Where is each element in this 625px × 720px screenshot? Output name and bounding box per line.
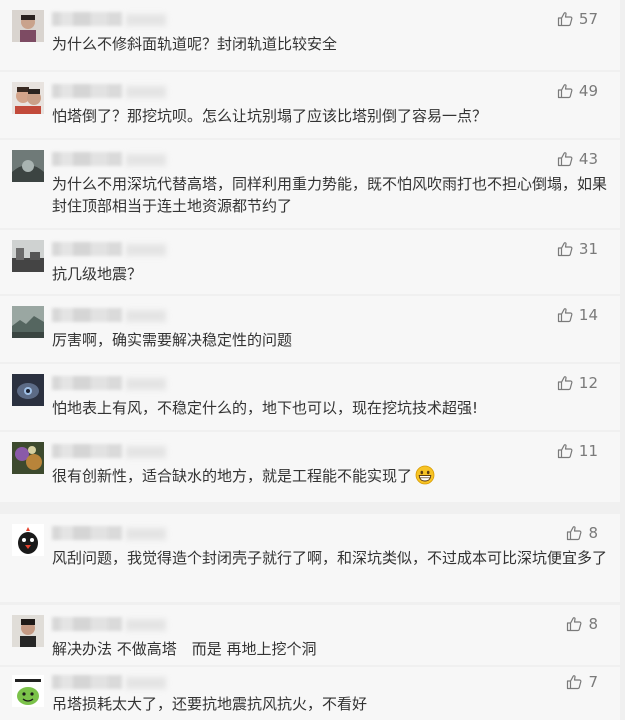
thumbs-up-icon [557, 376, 573, 391]
comment-item: 11 很有创新性，适合缺水的地方，就是工程能不能实现了 [0, 432, 620, 502]
username[interactable] [52, 526, 122, 540]
like-button[interactable]: 7 [566, 673, 598, 691]
comment-text: 解决办法 不做高塔 而是 再地上挖个洞 [52, 640, 317, 658]
avatar[interactable] [12, 306, 44, 338]
comment-text: 很有创新性，适合缺水的地方，就是工程能不能实现了 [52, 465, 607, 487]
username[interactable] [52, 675, 122, 689]
comment-text: 抗几级地震？ [52, 265, 143, 283]
comment-text: 为什么不修斜面轨道呢？封闭轨道比较安全 [52, 35, 338, 53]
comment-text: 厉害啊，确实需要解决稳定性的问题 [52, 331, 293, 349]
grinning-face-icon [415, 465, 435, 485]
avatar[interactable] [12, 675, 44, 707]
like-button[interactable]: 43 [557, 150, 598, 168]
comment-item: 7 吊塔损耗太大了，还要抗地震抗风抗火，不看好 [0, 667, 620, 720]
username[interactable] [52, 444, 122, 458]
username[interactable] [52, 308, 122, 322]
comment-item: 8 风刮问题，我觉得造个封闭壳子就行了啊，和深坑类似，不过成本可比深坑便宜多了 [0, 514, 620, 602]
avatar[interactable] [12, 240, 44, 272]
username[interactable] [52, 376, 122, 390]
like-count: 57 [578, 10, 598, 28]
comment-text: 为什么不用深坑代替高塔，同样利用重力势能，既不怕风吹雨打也不担心倒塌，如果封住顶… [52, 175, 608, 215]
comment-item: 14 厉害啊，确实需要解决稳定性的问题 [0, 296, 620, 362]
like-count: 12 [578, 374, 598, 392]
avatar[interactable] [12, 615, 44, 647]
comment-text: 风刮问题，我觉得造个封闭壳子就行了啊，和深坑类似，不过成本可比深坑便宜多了 [52, 549, 608, 567]
avatar[interactable] [12, 374, 44, 406]
like-count: 7 [588, 673, 598, 691]
like-button[interactable]: 8 [566, 524, 598, 542]
thumbs-up-icon [567, 617, 582, 632]
username[interactable] [52, 617, 122, 631]
avatar[interactable] [12, 82, 44, 114]
comment-text: 怕地表上有风，不稳定什么的，地下也可以，现在挖坑技术超强! [52, 399, 479, 417]
comment-item: 57 为什么不修斜面轨道呢？封闭轨道比较安全 [0, 0, 620, 70]
thumbs-up-icon [567, 526, 582, 541]
like-button[interactable]: 8 [566, 615, 598, 633]
like-button[interactable]: 57 [557, 10, 598, 28]
comment-item: 49 怕塔倒了？那挖坑呗。怎么让坑别塌了应该比塔别倒了容易一点？ [0, 72, 620, 138]
like-count: 31 [578, 240, 598, 258]
like-count: 49 [578, 82, 598, 100]
like-button[interactable]: 49 [557, 82, 598, 100]
thumbs-up-icon [557, 242, 573, 257]
comment-item: 12 怕地表上有风，不稳定什么的，地下也可以，现在挖坑技术超强! [0, 364, 620, 430]
avatar[interactable] [12, 442, 44, 474]
like-button[interactable]: 12 [557, 374, 598, 392]
like-button[interactable]: 14 [557, 306, 598, 324]
username[interactable] [52, 242, 122, 256]
like-button[interactable]: 11 [557, 442, 598, 460]
like-count: 8 [588, 524, 598, 542]
comment-item: 8 解决办法 不做高塔 而是 再地上挖个洞 [0, 605, 620, 665]
comment-list: 57 为什么不修斜面轨道呢？封闭轨道比较安全 49 怕塔倒了？那挖坑呗。怎么让坑… [0, 0, 625, 720]
comment-text: 怕塔倒了？那挖坑呗。怎么让坑别塌了应该比塔别倒了容易一点？ [52, 107, 488, 125]
comment-item: 43 为什么不用深坑代替高塔，同样利用重力势能，既不怕风吹雨打也不担心倒塌，如果… [0, 140, 620, 228]
thumbs-up-icon [557, 308, 573, 323]
like-count: 14 [578, 306, 598, 324]
like-count: 43 [578, 150, 598, 168]
username[interactable] [52, 84, 122, 98]
thumbs-up-icon [557, 152, 573, 167]
thumbs-up-icon [567, 675, 582, 690]
like-button[interactable]: 31 [557, 240, 598, 258]
avatar[interactable] [12, 524, 44, 556]
avatar[interactable] [12, 150, 44, 182]
comment-text-content: 很有创新性，适合缺水的地方，就是工程能不能实现了 [52, 467, 413, 485]
thumbs-up-icon [557, 84, 573, 99]
like-count: 8 [588, 615, 598, 633]
username[interactable] [52, 152, 122, 166]
username[interactable] [52, 12, 122, 26]
thumbs-up-icon [557, 444, 573, 459]
avatar[interactable] [12, 10, 44, 42]
comment-text: 吊塔损耗太大了，还要抗地震抗风抗火，不看好 [52, 695, 368, 713]
comment-item: 31 抗几级地震？ [0, 230, 620, 294]
thumbs-up-icon [557, 12, 573, 27]
like-count: 11 [578, 442, 598, 460]
